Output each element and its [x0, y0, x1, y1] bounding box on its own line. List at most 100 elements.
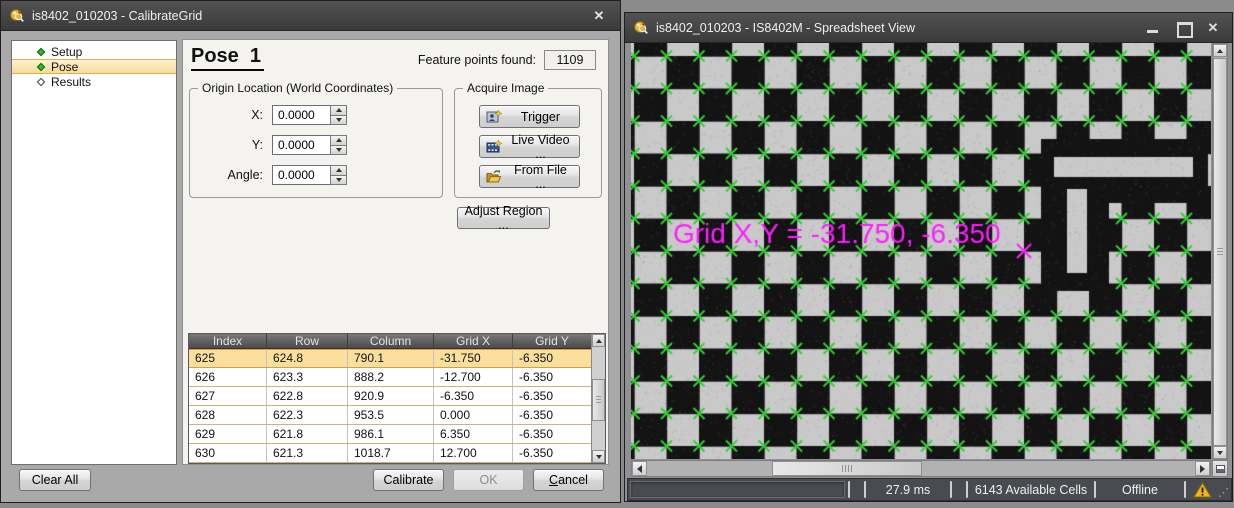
table-row[interactable]: 628 622.3 953.5 0.000 -6.350 — [189, 406, 591, 425]
close-icon[interactable]: ✕ — [1206, 22, 1220, 34]
calibrate-grid-titlebar[interactable]: is8402_010203 - CalibrateGrid ✕ — [1, 1, 620, 31]
warning-icon — [1193, 482, 1212, 498]
spin-down-icon[interactable] — [330, 146, 347, 156]
cell-grid-x: 0.000 — [434, 406, 513, 424]
cell-grid-y: -6.350 — [513, 406, 591, 424]
vertical-scrollbar[interactable] — [1212, 43, 1228, 460]
trigger-icon — [486, 109, 502, 124]
column-header-column: Column — [348, 334, 434, 348]
cell-grid-x: -12.700 — [434, 368, 513, 386]
live-video-button[interactable]: Live Video ... — [479, 135, 580, 158]
status-separator — [864, 481, 866, 498]
cell-column: 790.1 — [348, 349, 434, 367]
table-row[interactable]: 630 621.3 1018.7 12.700 -6.350 — [189, 444, 591, 463]
column-header-grid-y: Grid Y — [513, 334, 591, 348]
scroll-thumb[interactable] — [592, 379, 605, 421]
x-input[interactable] — [272, 105, 330, 125]
minimize-icon[interactable] — [1146, 22, 1160, 34]
cell-grid-x: 12.700 — [434, 444, 513, 462]
clear-all-button[interactable]: Clear All — [19, 469, 91, 491]
scroll-up-icon[interactable] — [1213, 44, 1227, 57]
camera-image[interactable] — [631, 43, 1211, 459]
open-file-icon — [486, 169, 502, 184]
cell-grid-x: -31.750 — [434, 349, 513, 367]
y-field-row: Y: — [190, 135, 442, 155]
cell-row: 624.8 — [267, 349, 348, 367]
scroll-down-icon[interactable] — [592, 450, 605, 463]
live-video-icon — [486, 139, 502, 154]
step-complete-icon — [37, 47, 45, 55]
insight-sensor-icon — [633, 20, 649, 36]
x-spinner — [330, 105, 347, 125]
step-pending-icon — [37, 77, 45, 85]
x-field-row: X: — [190, 105, 442, 125]
scroll-left-icon[interactable] — [632, 461, 647, 476]
calibrate-button[interactable]: Calibrate — [373, 469, 444, 491]
cell-row: 621.8 — [267, 425, 348, 443]
feature-points-row: Feature points found: 1109 — [418, 50, 596, 70]
cell-grid-x: -6.350 — [434, 387, 513, 405]
y-input[interactable] — [272, 135, 330, 155]
acquisition-time: 27.9 ms — [867, 479, 949, 500]
spreadsheet-view-window: is8402_010203 - IS8402M - Spreadsheet Vi… — [624, 12, 1233, 502]
maximize-icon[interactable] — [1176, 22, 1190, 34]
status-separator — [1094, 481, 1096, 498]
table-header-row: Index Row Column Grid X Grid Y — [189, 334, 591, 349]
spreadsheet-view-titlebar[interactable]: is8402_010203 - IS8402M - Spreadsheet Vi… — [625, 13, 1232, 43]
scroll-right-icon[interactable] — [1195, 461, 1210, 476]
y-label: Y: — [190, 138, 272, 152]
status-separator — [966, 481, 968, 498]
scroll-corner-button[interactable] — [1212, 460, 1228, 477]
cancel-label: ancel — [558, 473, 588, 487]
ok-button[interactable]: OK — [453, 469, 524, 491]
table-scrollbar[interactable] — [591, 334, 605, 463]
status-message-area — [630, 481, 845, 498]
close-icon[interactable]: ✕ — [586, 8, 612, 24]
spin-up-icon[interactable] — [330, 165, 347, 176]
status-indicator-cell — [953, 479, 965, 500]
trigger-button[interactable]: Trigger — [479, 105, 580, 128]
table-row[interactable]: 626 623.3 888.2 -12.700 -6.350 — [189, 368, 591, 387]
table-row[interactable]: 625 624.8 790.1 -31.750 -6.350 — [189, 349, 591, 368]
tree-item-results[interactable]: Results — [12, 74, 176, 89]
spin-down-icon[interactable] — [330, 176, 347, 186]
horizontal-scrollbar[interactable] — [631, 460, 1211, 477]
spin-down-icon[interactable] — [330, 116, 347, 126]
angle-label: Angle: — [190, 168, 272, 182]
table-row[interactable]: 629 621.8 986.1 6.350 -6.350 — [189, 425, 591, 444]
desktop: is8402_010203 - CalibrateGrid ✕ Setup Po… — [0, 0, 1234, 508]
scroll-thumb[interactable] — [772, 461, 922, 476]
available-cells: 6143 Available Cells — [969, 479, 1093, 500]
tree-item-pose[interactable]: Pose — [12, 59, 176, 74]
window-controls: ✕ — [1146, 22, 1224, 34]
fit-image-icon — [1216, 465, 1225, 473]
tree-item-label: Setup — [51, 45, 82, 59]
feature-point-table: Index Row Column Grid X Grid Y 625 624.8… — [188, 333, 606, 464]
status-indicator-cell — [851, 479, 863, 500]
table-row[interactable]: 627 622.8 920.9 -6.350 -6.350 — [189, 387, 591, 406]
spin-up-icon[interactable] — [330, 135, 347, 146]
cell-row: 623.3 — [267, 368, 348, 386]
spin-up-icon[interactable] — [330, 105, 347, 116]
angle-spinner — [330, 165, 347, 185]
resize-grip[interactable]: ⋰ — [1217, 479, 1231, 500]
column-header-grid-x: Grid X — [434, 334, 513, 348]
warning-indicator[interactable] — [1187, 479, 1217, 500]
cell-grid-x: 6.350 — [434, 425, 513, 443]
y-spinner — [330, 135, 347, 155]
cell-index: 629 — [189, 425, 267, 443]
adjust-region-button[interactable]: Adjust Region ... — [457, 207, 550, 229]
scroll-down-icon[interactable] — [1213, 446, 1227, 459]
origin-location-group: Origin Location (World Coordinates) X: Y… — [189, 88, 443, 198]
cancel-label-accelerator: C — [549, 473, 558, 487]
tree-item-setup[interactable]: Setup — [12, 44, 176, 59]
calibrate-grid-window: is8402_010203 - CalibrateGrid ✕ Setup Po… — [0, 0, 621, 503]
cancel-button[interactable]: Cancel — [533, 469, 604, 491]
scroll-thumb[interactable] — [1213, 58, 1227, 446]
angle-input[interactable] — [272, 165, 330, 185]
from-file-button[interactable]: From File ... — [479, 165, 580, 188]
scroll-up-icon[interactable] — [592, 334, 605, 347]
cell-row: 622.8 — [267, 387, 348, 405]
angle-field-row: Angle: — [190, 165, 442, 185]
insight-sensor-icon — [9, 8, 25, 24]
